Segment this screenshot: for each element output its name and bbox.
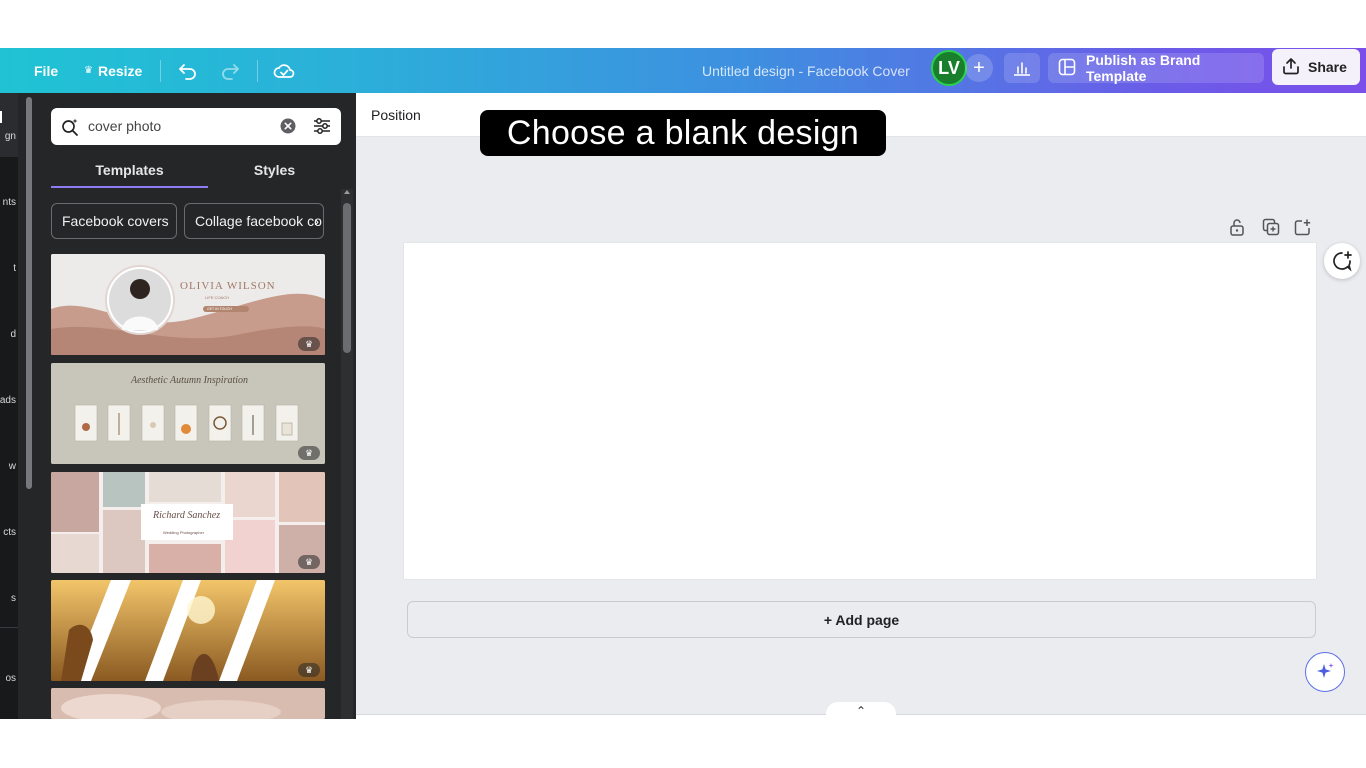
position-button[interactable]: Position — [371, 107, 421, 123]
pages-panel-toggle[interactable]: ⌃ — [826, 702, 896, 720]
search-input[interactable]: cover photo — [88, 118, 161, 134]
rail-label: d — [10, 329, 16, 340]
rail-item-text[interactable]: t — [0, 243, 18, 283]
resize-label: Resize — [97, 62, 143, 79]
template-name: Richard Sanchez — [153, 510, 221, 521]
template-subtitle: Wedding Photographer — [163, 530, 205, 535]
rail-label: cts — [3, 527, 16, 538]
rail-divider — [0, 627, 18, 628]
rail-label: nts — [2, 197, 16, 208]
rail-item-elements[interactable]: nts — [0, 175, 18, 215]
toolbar-divider — [160, 60, 161, 82]
chevron-right-icon[interactable]: › — [314, 213, 319, 229]
chevron-up-icon: ⌃ — [855, 704, 867, 718]
brand-template-icon — [1058, 58, 1076, 79]
publish-brand-template-button[interactable]: Publish as Brand Template — [1048, 52, 1264, 84]
blank-design-page[interactable] — [404, 243, 1316, 579]
lock-icon[interactable] — [1229, 218, 1245, 241]
tab-styles[interactable]: Styles — [208, 151, 341, 189]
rail-label: gn — [4, 131, 16, 142]
rail-item-uploads[interactable]: ads — [0, 375, 18, 415]
tab-templates[interactable]: Templates — [51, 151, 208, 189]
undo-icon[interactable] — [178, 48, 198, 93]
screen-margin — [0, 719, 1366, 768]
search-magic-icon — [60, 117, 80, 142]
design-icon — [0, 111, 2, 123]
tab-label: Templates — [95, 162, 164, 178]
file-label: File — [34, 62, 59, 79]
chip-collage-facebook-covers[interactable]: Collage facebook co › — [184, 203, 324, 239]
rail-item-draw[interactable]: w — [0, 441, 18, 481]
design-title-text: Untitled design - Facebook Cover — [702, 62, 910, 79]
active-tab-indicator — [51, 186, 208, 188]
share-label: Share — [1308, 59, 1347, 75]
panel-scrollbar-thumb[interactable] — [343, 203, 351, 353]
panel-tabs: Templates Styles — [51, 151, 341, 189]
crown-icon: ♛ — [298, 446, 320, 460]
toolbar-divider — [257, 60, 258, 82]
rail-item-brand[interactable]: d — [0, 309, 18, 349]
side-navigation-rail: gn nts t d ads w cts s os — [0, 93, 18, 719]
add-collaborator-button[interactable]: + — [965, 54, 993, 82]
template-thumbnail[interactable]: Aesthetic Autumn Inspiration ♛ — [51, 363, 325, 464]
chip-facebook-covers[interactable]: Facebook covers — [51, 203, 177, 239]
template-artwork — [51, 472, 325, 573]
canva-editor: File ♛ Resize Untitled design - Facebook… — [0, 0, 1366, 768]
share-icon — [1282, 57, 1300, 78]
analytics-icon[interactable] — [1004, 53, 1040, 83]
template-subtitle: LIFE COACH — [205, 295, 230, 300]
template-name: Aesthetic Autumn Inspiration — [131, 375, 249, 386]
resize-button[interactable]: ♛ Resize — [84, 48, 142, 93]
magic-sparkle-icon[interactable] — [1305, 652, 1345, 692]
tab-label: Styles — [253, 162, 296, 178]
add-page-label: + Add page — [823, 611, 900, 628]
crown-icon: ♛ — [298, 337, 320, 351]
template-artwork — [51, 254, 325, 355]
cloud-save-icon[interactable] — [273, 48, 295, 93]
scroll-up-arrow[interactable] — [344, 190, 350, 194]
template-artwork — [51, 580, 325, 681]
template-thumbnail[interactable]: ♛ — [51, 580, 325, 681]
rail-label: w — [8, 461, 16, 472]
rail-scrollbar[interactable] — [26, 97, 32, 489]
rail-item-photos[interactable]: os — [0, 653, 18, 693]
file-menu[interactable]: File — [34, 48, 58, 93]
template-thumbnail[interactable]: Richard Sanchez Wedding Photographer ♛ — [51, 472, 325, 573]
clear-icon[interactable] — [280, 118, 296, 139]
rail-item-design[interactable]: gn — [0, 111, 18, 151]
rail-label: s — [11, 593, 16, 604]
publish-label: Publish as Brand Template — [1086, 52, 1201, 84]
crown-icon: ♛ — [84, 65, 93, 76]
redo-icon[interactable] — [220, 48, 240, 93]
template-thumbnail[interactable]: OLIVIA WILSON LIFE COACH GET IN TOUCH ♛ — [51, 254, 325, 355]
rail-item-projects[interactable]: cts — [0, 507, 18, 547]
rail-item-apps[interactable]: s — [0, 573, 18, 613]
chip-label: Facebook covers — [62, 213, 169, 229]
template-thumbnail[interactable] — [51, 688, 325, 719]
crown-icon: ♛ — [298, 663, 320, 677]
search-box[interactable]: cover photo — [51, 108, 341, 145]
rail-label: os — [5, 673, 16, 684]
filter-icon[interactable] — [312, 116, 332, 141]
callout-text: Choose a blank design — [506, 113, 860, 152]
avatar-initials: LV — [938, 57, 960, 78]
rail-label: t — [13, 263, 16, 274]
share-button[interactable]: Share — [1272, 49, 1360, 85]
template-button-text: GET IN TOUCH — [207, 307, 232, 311]
plus-icon: + — [973, 56, 985, 79]
comment-add-icon[interactable] — [1324, 243, 1360, 279]
instruction-callout: Choose a blank design — [480, 110, 886, 156]
duplicate-icon[interactable] — [1262, 218, 1280, 241]
design-title[interactable]: Untitled design - Facebook Cover — [702, 48, 910, 93]
chip-label: Collage facebook co — [195, 213, 322, 229]
avatar[interactable]: LV — [931, 50, 967, 86]
templates-panel: cover photo Templates Styles Facebook co… — [18, 93, 356, 719]
crown-icon: ♛ — [298, 555, 320, 569]
template-artwork — [51, 688, 325, 719]
rail-label: ads — [0, 395, 16, 406]
add-page-button[interactable]: + Add page — [407, 601, 1316, 638]
add-page-icon[interactable] — [1294, 218, 1312, 241]
template-name: OLIVIA WILSON — [180, 280, 276, 292]
